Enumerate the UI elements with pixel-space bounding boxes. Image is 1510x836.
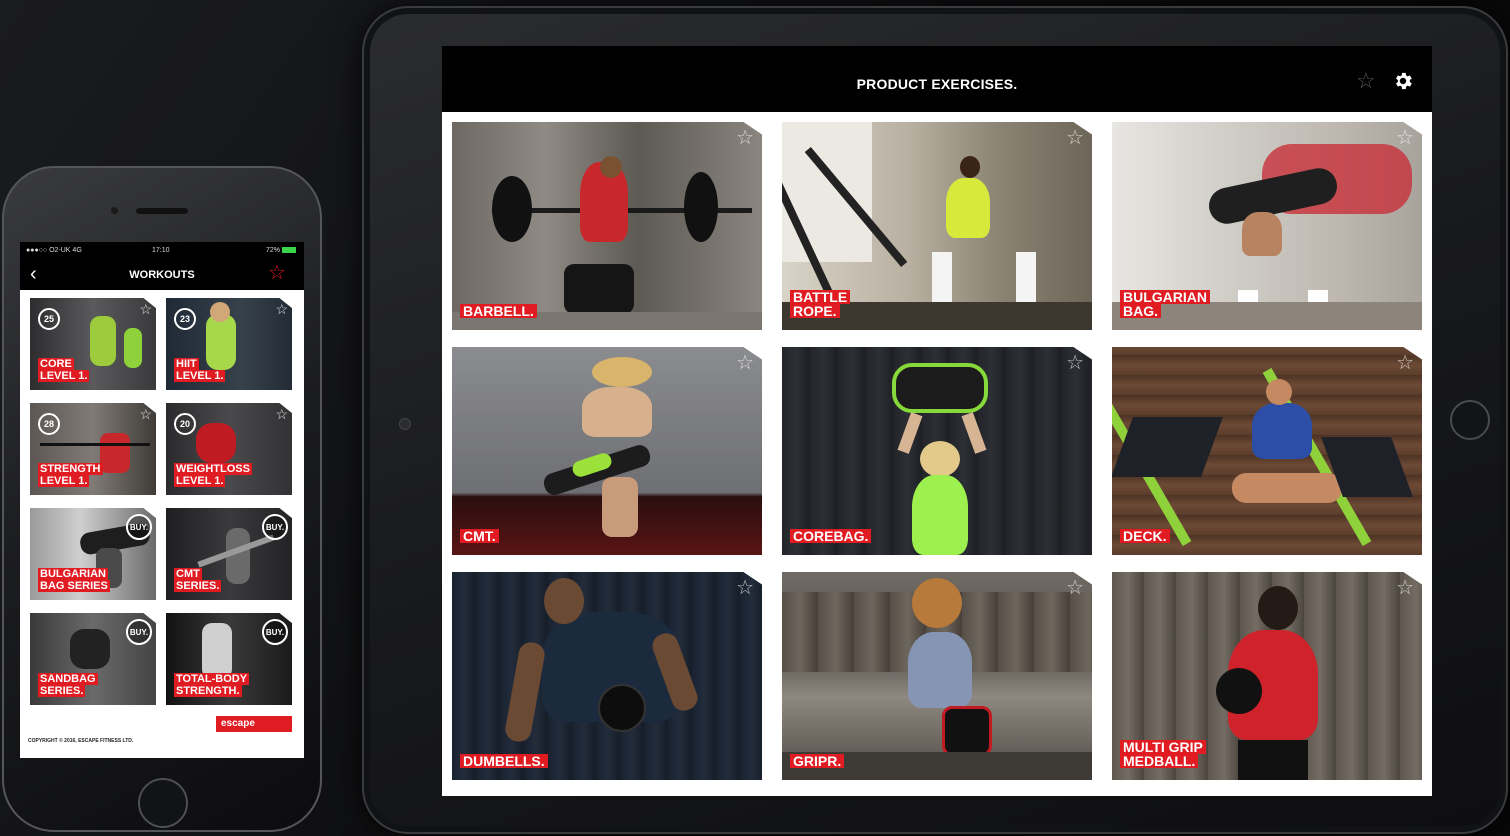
exercise-tile-corebag[interactable]: ☆ COREBAG. xyxy=(782,347,1092,555)
tablet-screen: PRODUCT EXERCISES. ☆ ☆ BARBELL. ☆ BATTLE… xyxy=(442,46,1432,796)
duration-badge: 28 xyxy=(38,413,60,435)
status-time: 17:10 xyxy=(152,247,170,254)
escape-logo: escape xyxy=(216,716,292,732)
page-title: WORKOUTS xyxy=(129,269,195,281)
phone-nav-bar: ‹ WORKOUTS ☆ xyxy=(20,260,304,290)
exercise-tile-dumbells[interactable]: ☆ DUMBELLS. xyxy=(452,572,762,780)
status-bar: ●●●○○ O2-UK 4G 17:10 72% xyxy=(20,242,304,260)
carrier-label: ●●●○○ O2-UK 4G xyxy=(26,247,82,254)
tablet-home-button[interactable] xyxy=(1450,400,1490,440)
tile-label: CMT SERIES. xyxy=(174,568,222,592)
workout-tile-strength[interactable]: 28 ☆ STRENGTH LEVEL 1. xyxy=(30,403,156,495)
tile-photo xyxy=(782,347,1092,555)
phone-device: ●●●○○ O2-UK 4G 17:10 72% ‹ WORKOUTS ☆ 25… xyxy=(2,166,322,832)
workout-tile-total-body-strength[interactable]: BUY. TOTAL-BODY STRENGTH. xyxy=(166,613,292,705)
battery-indicator: 72% xyxy=(266,242,296,260)
tile-label: WEIGHTLOSS LEVEL 1. xyxy=(174,463,252,487)
buy-badge[interactable]: BUY. xyxy=(126,619,152,645)
tile-label: MULTI GRIP MEDBALL. xyxy=(1120,740,1206,768)
buy-badge[interactable]: BUY. xyxy=(262,619,288,645)
workout-tile-core[interactable]: 25 ☆ CORE LEVEL 1. xyxy=(30,298,156,390)
exercise-tile-multi-grip-medball[interactable]: ☆ MULTI GRIP MEDBALL. xyxy=(1112,572,1422,780)
tile-label: DUMBELLS. xyxy=(460,754,548,768)
duration-badge: 23 xyxy=(174,308,196,330)
phone-camera xyxy=(110,206,119,215)
exercise-tile-barbell[interactable]: ☆ BARBELL. xyxy=(452,122,762,330)
tile-label: GRIPR. xyxy=(790,754,845,768)
tile-label: CORE LEVEL 1. xyxy=(38,358,90,382)
tile-label: STRENGTH LEVEL 1. xyxy=(38,463,103,487)
favorite-star-icon[interactable]: ☆ xyxy=(736,128,754,148)
favorite-star-icon[interactable]: ☆ xyxy=(1066,578,1084,598)
copyright-text: COPYRIGHT © 2016, ESCAPE FITNESS LTD. xyxy=(28,738,134,744)
favorite-star-icon[interactable]: ☆ xyxy=(139,407,152,421)
tile-label: COREBAG. xyxy=(790,529,872,543)
gear-icon[interactable] xyxy=(1392,70,1414,92)
tile-photo xyxy=(782,572,1092,780)
tile-photo xyxy=(452,122,762,330)
exercise-tile-deck[interactable]: ☆ DECK. xyxy=(1112,347,1422,555)
phone-speaker xyxy=(136,208,188,214)
tile-label: BULGARIAN BAG. xyxy=(1120,290,1210,318)
tile-label: TOTAL-BODY STRENGTH. xyxy=(174,673,250,697)
tablet-camera xyxy=(399,418,411,430)
exercise-tile-cmt[interactable]: ☆ CMT. xyxy=(452,347,762,555)
tile-label: BARBELL. xyxy=(460,304,537,318)
favorites-star-icon[interactable]: ☆ xyxy=(268,263,286,283)
phone-home-button[interactable] xyxy=(138,778,188,828)
tile-label: HIIT LEVEL 1. xyxy=(174,358,226,382)
workout-tile-hiit[interactable]: 23 ☆ HIIT LEVEL 1. xyxy=(166,298,292,390)
duration-badge: 25 xyxy=(38,308,60,330)
favorite-star-icon[interactable]: ☆ xyxy=(1066,353,1084,373)
favorite-star-icon[interactable]: ☆ xyxy=(1396,128,1414,148)
favorite-star-icon[interactable]: ☆ xyxy=(1396,353,1414,373)
page-title: PRODUCT EXERCISES. xyxy=(856,76,1018,92)
favorite-star-icon[interactable]: ☆ xyxy=(736,578,754,598)
favorite-star-icon[interactable]: ☆ xyxy=(275,302,288,316)
phone-screen: ●●●○○ O2-UK 4G 17:10 72% ‹ WORKOUTS ☆ 25… xyxy=(20,242,304,758)
duration-badge: 20 xyxy=(174,413,196,435)
tile-label: DECK. xyxy=(1120,529,1170,543)
favorite-star-icon[interactable]: ☆ xyxy=(275,407,288,421)
tablet-header: PRODUCT EXERCISES. ☆ xyxy=(442,46,1432,112)
favorites-star-icon[interactable]: ☆ xyxy=(1356,70,1376,92)
exercise-grid: ☆ BARBELL. ☆ BATTLE ROPE. ☆ BULGARIAN BA… xyxy=(452,122,1422,782)
buy-badge[interactable]: BUY. xyxy=(126,514,152,540)
tile-label: BULGARIAN BAG SERIES xyxy=(38,568,110,592)
favorite-star-icon[interactable]: ☆ xyxy=(139,302,152,316)
workout-tile-sandbag-series[interactable]: BUY. SANDBAG SERIES. xyxy=(30,613,156,705)
favorite-star-icon[interactable]: ☆ xyxy=(1396,578,1414,598)
workout-tile-weightloss[interactable]: 20 ☆ WEIGHTLOSS LEVEL 1. xyxy=(166,403,292,495)
tablet-device: PRODUCT EXERCISES. ☆ ☆ BARBELL. ☆ BATTLE… xyxy=(362,6,1508,834)
workout-tile-cmt-series[interactable]: BUY. CMT SERIES. xyxy=(166,508,292,600)
exercise-tile-gripr[interactable]: ☆ GRIPR. xyxy=(782,572,1092,780)
workout-grid: 25 ☆ CORE LEVEL 1. 23 ☆ HIIT LEVEL 1. 28… xyxy=(30,298,294,708)
workout-tile-bulgarian-bag-series[interactable]: BUY. BULGARIAN BAG SERIES xyxy=(30,508,156,600)
tile-label: SANDBAG SERIES. xyxy=(38,673,98,697)
tile-label: BATTLE ROPE. xyxy=(790,290,851,318)
exercise-tile-battle-rope[interactable]: ☆ BATTLE ROPE. xyxy=(782,122,1092,330)
buy-badge[interactable]: BUY. xyxy=(262,514,288,540)
tile-photo xyxy=(1112,347,1422,555)
battery-icon xyxy=(282,247,296,254)
tile-photo xyxy=(452,572,762,780)
favorite-star-icon[interactable]: ☆ xyxy=(736,353,754,373)
tile-label: CMT. xyxy=(460,529,499,543)
favorite-star-icon[interactable]: ☆ xyxy=(1066,128,1084,148)
exercise-tile-bulgarian-bag[interactable]: ☆ BULGARIAN BAG. xyxy=(1112,122,1422,330)
tile-photo xyxy=(452,347,762,555)
